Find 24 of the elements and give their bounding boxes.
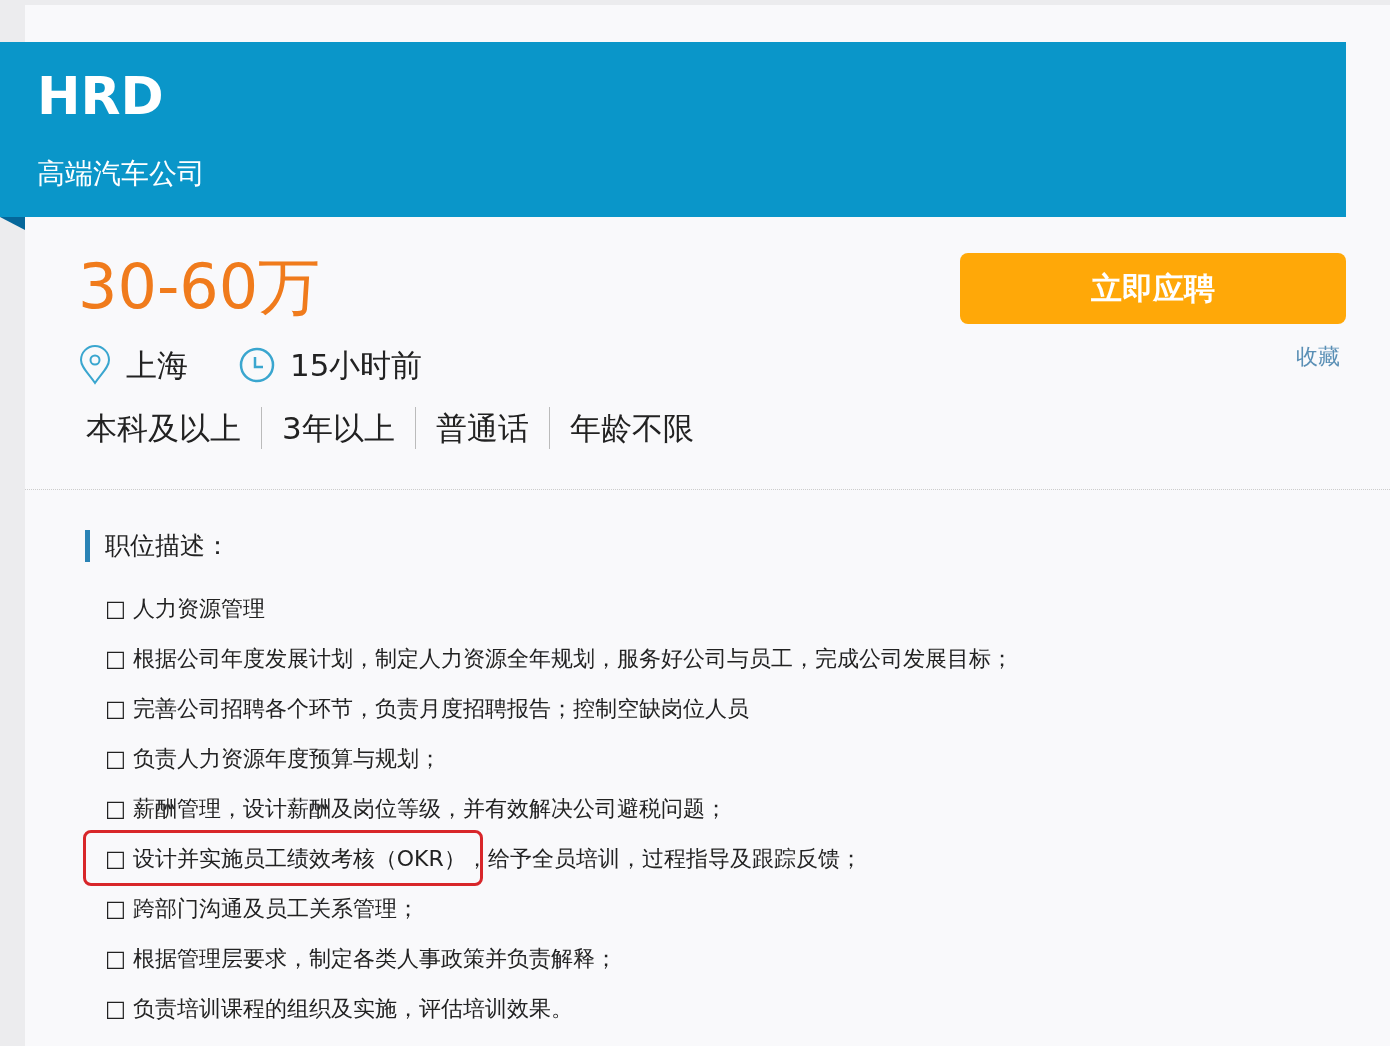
requirement-text: 年龄不限: [568, 409, 695, 448]
location-pin-icon: [78, 345, 112, 385]
posted-time: 15小时前: [290, 346, 423, 385]
salary: 30-60万: [78, 251, 321, 323]
section-heading: 职位描述：: [85, 530, 230, 562]
duty-text: □ 完善公司招聘各个环节，负责月度招聘报告；控制空缺岗位人员: [105, 695, 749, 723]
duty-text: □ 跨部门沟通及员工关系管理；: [105, 895, 419, 923]
duty-text: □ 负责人力资源年度预算与规划；: [105, 745, 441, 773]
clock-icon: [238, 346, 276, 384]
duty-text: □ 负责培训课程的组织及实施，评估培训效果。: [105, 995, 573, 1023]
duty-text: □ 根据管理层要求，制定各类人事政策并负责解释；: [105, 945, 617, 973]
company-name: 高端汽车公司: [37, 156, 205, 192]
duty-text: □ 人力资源管理: [105, 595, 265, 623]
duty-text: □ 根据公司年度发展计划，制定人力资源全年规划，服务好公司与员工，完成公司发展目标；: [105, 645, 1013, 673]
ribbon-fold: [0, 217, 25, 230]
requirement-text: 本科及以上: [85, 409, 242, 448]
duty-text: □ 薪酬管理，设计薪酬及岗位等级，并有效解决公司避税问题；: [105, 795, 727, 823]
job-title: HRD: [37, 65, 164, 128]
requirement-text: 3年以上: [281, 409, 396, 448]
favorite-link[interactable]: 收藏: [1296, 342, 1340, 372]
apply-button[interactable]: 立即应聘: [960, 253, 1346, 324]
requirement-text: 普通话: [434, 409, 530, 448]
duty-text: □ 设计并实施员工绩效考核（OKR），给予全员培训，过程指导及跟踪反馈；: [105, 845, 862, 873]
location-text: 上海: [126, 346, 188, 385]
